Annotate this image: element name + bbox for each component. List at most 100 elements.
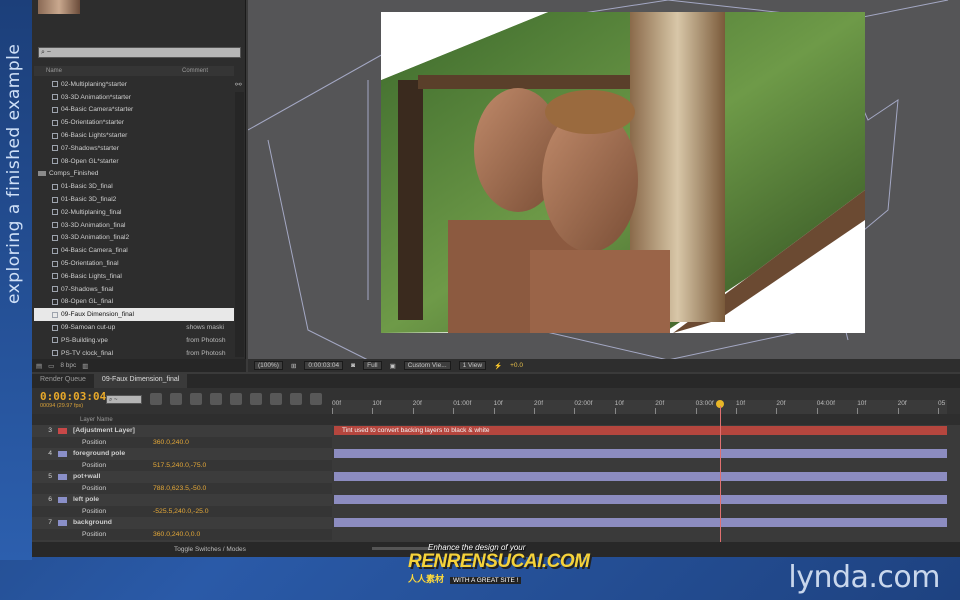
layer-name[interactable]: left pole (73, 496, 173, 503)
composition-icon (52, 350, 58, 357)
project-item[interactable]: 07-Shadows*starter (34, 142, 234, 155)
layer-duration-bar[interactable]: Tint used to convert backing layers to b… (334, 426, 947, 435)
property-value[interactable]: -525.5,240.0,-25.0 (132, 508, 209, 515)
exposure-value[interactable]: +0.0 (510, 362, 523, 369)
layer-label-color[interactable] (58, 496, 67, 503)
composition-icon (52, 222, 58, 229)
resolution-dropdown[interactable]: Full (363, 361, 382, 370)
region-of-interest-icon[interactable]: ▣ (390, 362, 396, 370)
project-item[interactable]: 03-3D Animation_final (34, 219, 234, 232)
layer-duration-bar[interactable] (334, 472, 947, 481)
project-item[interactable]: 09-Samoan cut-up shows maski (34, 321, 234, 334)
project-item[interactable]: 02-Multiplaning_final (34, 206, 234, 219)
column-layer-name[interactable]: Layer Name (32, 417, 113, 423)
hide-shy-layers-icon[interactable] (210, 393, 222, 405)
project-item[interactable]: 03-3D Animation*starter (34, 91, 234, 104)
composition-viewer[interactable] (248, 0, 960, 372)
layer-row[interactable]: 4 foreground pole (32, 448, 332, 460)
layer-duration-bar[interactable] (334, 518, 947, 527)
project-item[interactable]: 06-Basic Lights_final (34, 270, 234, 283)
zoom-dropdown[interactable]: (100%) (254, 361, 283, 370)
project-item[interactable]: 07-Shadows_final (34, 283, 234, 296)
project-item[interactable]: 04-Basic Camera_final (34, 244, 234, 257)
column-name-header[interactable]: Name (34, 68, 182, 74)
ruler-tick-label: 10f (493, 400, 503, 407)
interpret-footage-icon[interactable]: ▤ (36, 362, 42, 370)
project-item[interactable]: 08-Open GL*starter (34, 155, 234, 168)
motion-blur-icon[interactable] (250, 393, 262, 405)
layer-property-row[interactable]: Position 360.0,240.0 (32, 436, 332, 448)
layer-row[interactable]: 6 left pole (32, 494, 332, 506)
layer-property-row[interactable]: Position 788.0,623.5,-50.0 (32, 482, 332, 494)
layer-row[interactable]: 5 pot+wall (32, 471, 332, 483)
column-comment-header[interactable]: Comment (182, 68, 208, 74)
layer-row[interactable]: 7 background (32, 517, 332, 529)
project-item[interactable]: PS-TV clock_final from Photosh (34, 347, 234, 360)
project-item[interactable]: 05-Orientation_final (34, 257, 234, 270)
layer-label-color[interactable] (58, 473, 67, 480)
tab-comp[interactable]: 09-Faux Dimension_final (93, 374, 188, 388)
auto-keyframe-icon[interactable] (290, 393, 302, 405)
layer-duration-bar[interactable] (334, 449, 947, 458)
timeline-timecode[interactable]: 0:00:03:04 (40, 390, 106, 403)
layer-property-row[interactable]: Position 360.0,240.0,0.0 (32, 528, 332, 540)
layer-name[interactable]: [Adjustment Layer] (73, 427, 173, 434)
draft-3d-icon[interactable] (190, 393, 202, 405)
ruler-tick-label: 00f (332, 400, 342, 407)
layer-row[interactable]: 3 [Adjustment Layer] (32, 425, 332, 437)
project-item[interactable]: 01-Basic 3D_final (34, 180, 234, 193)
flowchart-icon[interactable]: ⚯ (235, 80, 245, 90)
time-ruler[interactable]: 00f 10f 20f 01:00f 10f 20f 02:00f 10f 20f 03:00f 1… (332, 400, 947, 414)
timeline-search-input[interactable]: ⌕ ~ (106, 395, 142, 404)
property-name: Position (82, 438, 107, 446)
trash-icon[interactable]: ▥ (82, 362, 88, 370)
project-scrollbar[interactable] (235, 92, 244, 357)
layer-property-row[interactable]: Position -525.5,240.0,-25.0 (32, 505, 332, 517)
comp-mini-flowchart-icon[interactable] (150, 393, 162, 405)
project-item-name: 04-Basic Camera_final (61, 247, 128, 255)
fast-previews-icon[interactable]: ⚡ (494, 362, 502, 370)
property-value[interactable]: 360.0,240.0,0.0 (132, 531, 200, 538)
project-search-input[interactable]: ⌕ ~ (38, 47, 241, 58)
project-item[interactable]: 08-Open GL_final (34, 296, 234, 309)
project-item[interactable]: 03-3D Animation_final2 (34, 232, 234, 245)
bpc-toggle[interactable]: 8 bpc (60, 362, 76, 369)
new-folder-icon[interactable]: ▭ (48, 362, 54, 370)
timeline-frame-count: 00094 (29.97 fps) (40, 403, 84, 409)
layer-name[interactable]: foreground pole (73, 450, 173, 457)
project-item[interactable]: 06-Basic Lights*starter (34, 129, 234, 142)
project-item[interactable]: 04-Basic Camera*starter (34, 104, 234, 117)
layer-name[interactable]: background (73, 519, 173, 526)
current-time-display[interactable]: 0:00:03:04 (304, 361, 344, 370)
project-item[interactable]: 02-Multiplaning*starter (34, 78, 234, 91)
project-item[interactable]: 05-Orientation*starter (34, 116, 234, 129)
layer-label-color[interactable] (58, 450, 67, 457)
layer-number: 3 (48, 427, 52, 435)
toggle-switches-modes[interactable]: Toggle Switches / Modes (174, 546, 246, 553)
snapshot-icon[interactable]: ◙ (351, 362, 355, 369)
live-update-icon[interactable] (170, 393, 182, 405)
project-item[interactable]: 01-Basic 3D_final2 (34, 193, 234, 206)
ruler-tick-label: 02:00f (574, 400, 593, 407)
tab-render-queue[interactable]: Render Queue (32, 374, 94, 388)
project-item-name: 01-Basic 3D_final2 (61, 196, 117, 204)
brainstorm-icon[interactable] (270, 393, 282, 405)
graph-editor-icon[interactable] (310, 393, 322, 405)
layer-label-color[interactable] (58, 427, 67, 434)
view-layout-dropdown[interactable]: 1 View (458, 361, 487, 370)
project-item[interactable]: PS-Building.vpe from Photosh (34, 334, 234, 347)
ruler-tick-label: 05 (938, 400, 946, 407)
property-value[interactable]: 360.0,240.0 (132, 439, 189, 446)
layer-property-row[interactable]: Position 517.5,240.0,-75.0 (32, 459, 332, 471)
property-value[interactable]: 788.0,623.5,-50.0 (132, 485, 206, 492)
project-item-name: 02-Multiplaning*starter (61, 80, 127, 88)
3d-view-dropdown[interactable]: Custom Vie... (403, 361, 451, 370)
project-item[interactable]: 09-Faux Dimension_final (34, 308, 234, 322)
grid-icon[interactable]: ⊞ (291, 362, 296, 370)
project-item[interactable]: Comps_Finished (34, 168, 234, 181)
layer-duration-bar[interactable] (334, 495, 947, 504)
frame-blending-icon[interactable] (230, 393, 242, 405)
layer-label-color[interactable] (58, 519, 67, 526)
layer-name[interactable]: pot+wall (73, 473, 173, 480)
property-value[interactable]: 517.5,240.0,-75.0 (132, 462, 206, 469)
